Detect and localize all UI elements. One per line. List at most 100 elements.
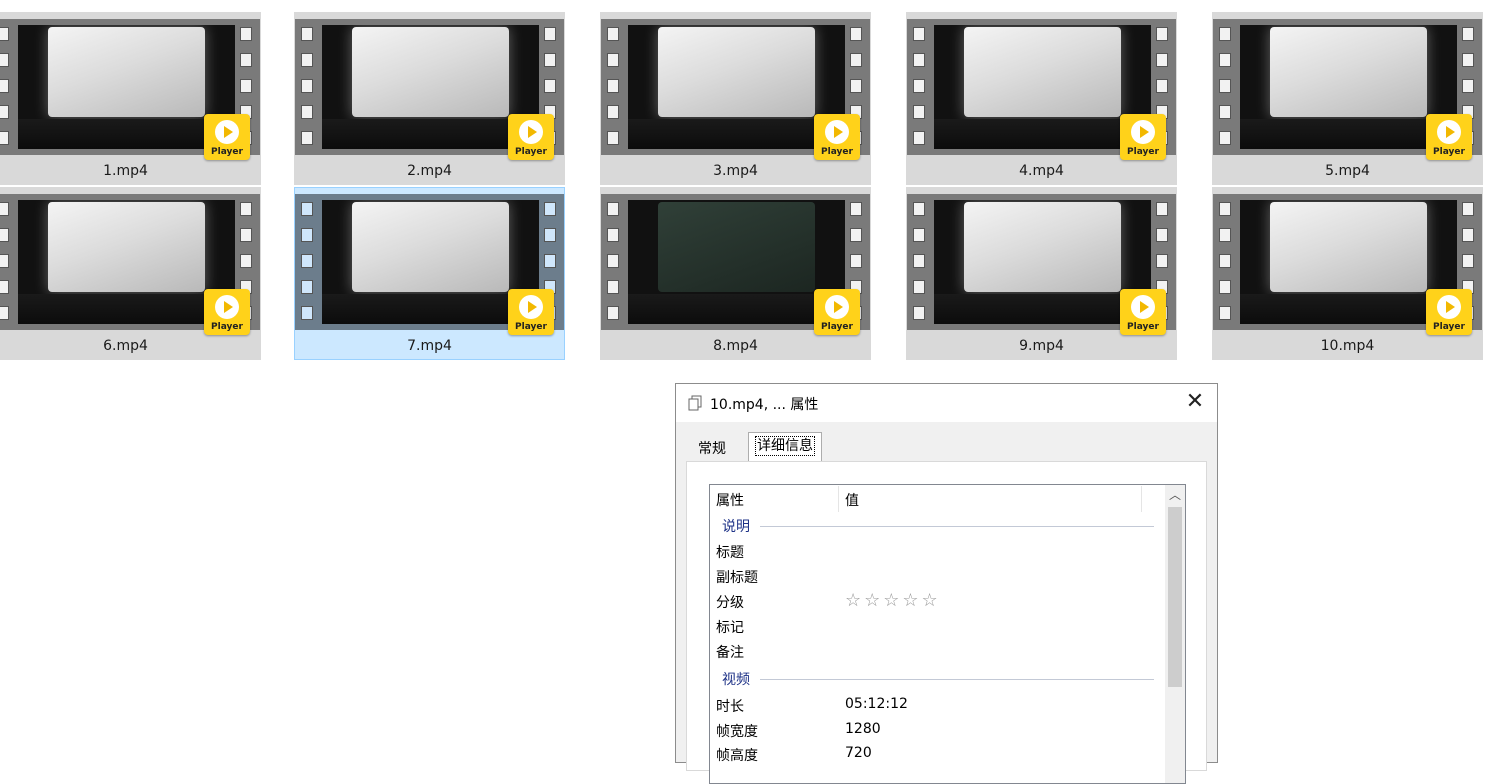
play-icon — [1437, 295, 1461, 319]
list-item[interactable]: 帧宽度 1280 — [710, 719, 1164, 743]
player-badge-icon: Player — [1120, 289, 1166, 335]
film-perforation — [544, 202, 556, 216]
list-item[interactable]: 副标题 — [710, 565, 1164, 589]
film-perforation — [301, 131, 313, 145]
film-perforation — [913, 202, 925, 216]
film-perforation — [1462, 254, 1474, 268]
scrollbar-thumb[interactable] — [1168, 507, 1182, 687]
player-badge-icon: Player — [814, 289, 860, 335]
properties-dialog: 10.mp4, ... 属性 ✕ 常规 详细信息 属性 值 说明 标题 副标题 — [675, 383, 1218, 784]
film-perforation — [301, 254, 313, 268]
film-perforation — [1219, 228, 1231, 242]
film-perforation — [1156, 228, 1168, 242]
rating-stars[interactable]: ☆☆☆☆☆ — [845, 590, 941, 611]
file-name: 4.mp4 — [1019, 163, 1064, 179]
film-perforation — [240, 27, 252, 41]
vertical-scrollbar[interactable]: ︿ — [1165, 485, 1185, 783]
film-perforation — [913, 27, 925, 41]
group-description[interactable]: 说明 — [710, 516, 1164, 536]
film-perforation — [301, 105, 313, 119]
column-divider[interactable] — [1141, 486, 1142, 512]
film-holes-left — [913, 202, 927, 332]
preview-floor — [934, 119, 1151, 149]
film-perforation — [240, 254, 252, 268]
player-badge-icon: Player — [508, 114, 554, 160]
scroll-up-icon[interactable]: ︿ — [1165, 485, 1185, 505]
film-perforation — [544, 27, 556, 41]
video-thumbnail[interactable]: Player 2.mp4 — [294, 12, 565, 185]
video-thumbnail[interactable]: Player 9.mp4 — [906, 187, 1177, 360]
video-thumbnail[interactable]: Player 6.mp4 — [0, 187, 261, 360]
file-name: 8.mp4 — [713, 338, 758, 354]
player-badge-label: Player — [211, 147, 243, 157]
play-icon — [1437, 120, 1461, 144]
film-perforation — [544, 254, 556, 268]
video-thumbnail[interactable]: Player 1.mp4 — [0, 12, 261, 185]
film-perforation — [913, 79, 925, 93]
video-thumbnail[interactable]: Player 8.mp4 — [600, 187, 871, 360]
player-badge-label: Player — [821, 147, 853, 157]
preview-image — [1270, 202, 1427, 292]
property-value: 720 — [845, 745, 872, 761]
film-perforation — [0, 228, 9, 242]
column-header-value[interactable]: 值 — [845, 490, 859, 510]
film-perforation — [607, 228, 619, 242]
film-perforation — [0, 27, 9, 41]
video-thumbnail[interactable]: Player 10.mp4 — [1212, 187, 1483, 360]
group-label: 说明 — [722, 516, 754, 536]
list-item[interactable]: 标题 — [710, 540, 1164, 564]
film-perforation — [0, 105, 9, 119]
list-item[interactable]: 分级 ☆☆☆☆☆ — [710, 590, 1164, 614]
documents-icon — [688, 395, 702, 411]
preview-image — [1270, 27, 1427, 117]
film-perforation — [240, 202, 252, 216]
preview-image — [658, 202, 815, 292]
player-badge-icon: Player — [1120, 114, 1166, 160]
preview-floor — [1240, 294, 1457, 324]
video-frame-preview — [18, 25, 235, 149]
dialog-titlebar[interactable]: 10.mp4, ... 属性 ✕ — [676, 384, 1217, 422]
video-thumbnail[interactable]: Player 3.mp4 — [600, 12, 871, 185]
film-perforation — [913, 105, 925, 119]
video-frame-preview — [934, 200, 1151, 324]
film-perforation — [850, 79, 862, 93]
list-item[interactable]: 时长 05:12:12 — [710, 694, 1164, 718]
play-icon — [825, 120, 849, 144]
preview-image — [352, 202, 509, 292]
video-thumbnail[interactable]: Player 7.mp4 — [294, 187, 565, 360]
play-icon — [519, 120, 543, 144]
film-perforation — [850, 228, 862, 242]
film-perforation — [301, 79, 313, 93]
list-item[interactable]: 标记 — [710, 615, 1164, 639]
list-item[interactable]: 帧高度 720 — [710, 743, 1164, 767]
player-badge-label: Player — [1433, 147, 1465, 157]
column-divider[interactable] — [838, 486, 839, 512]
tab-details[interactable]: 详细信息 — [748, 432, 822, 461]
film-perforation — [544, 79, 556, 93]
film-perforation — [607, 105, 619, 119]
video-thumbnail[interactable]: Player 4.mp4 — [906, 12, 1177, 185]
tab-general[interactable]: 常规 — [690, 436, 734, 462]
film-perforation — [301, 202, 313, 216]
film-perforation — [1219, 105, 1231, 119]
preview-floor — [628, 119, 845, 149]
film-perforation — [607, 131, 619, 145]
column-header-property[interactable]: 属性 — [716, 490, 744, 510]
tab-details-label: 详细信息 — [755, 436, 815, 456]
video-thumbnail[interactable]: Player 5.mp4 — [1212, 12, 1483, 185]
video-frame-preview — [934, 25, 1151, 149]
film-perforation — [0, 202, 9, 216]
close-button[interactable]: ✕ — [1173, 384, 1217, 422]
film-perforation — [544, 228, 556, 242]
film-perforation — [1219, 280, 1231, 294]
player-badge-label: Player — [211, 322, 243, 332]
film-perforation — [301, 27, 313, 41]
property-list[interactable]: 属性 值 说明 标题 副标题 分级 ☆☆☆☆☆ 标记 备注 视频 时长 05:1… — [709, 484, 1186, 784]
film-perforation — [240, 79, 252, 93]
group-video[interactable]: 视频 — [710, 669, 1164, 689]
play-icon — [215, 295, 239, 319]
film-perforation — [0, 306, 9, 320]
preview-floor — [18, 119, 235, 149]
film-perforation — [240, 228, 252, 242]
list-item[interactable]: 备注 — [710, 640, 1164, 664]
